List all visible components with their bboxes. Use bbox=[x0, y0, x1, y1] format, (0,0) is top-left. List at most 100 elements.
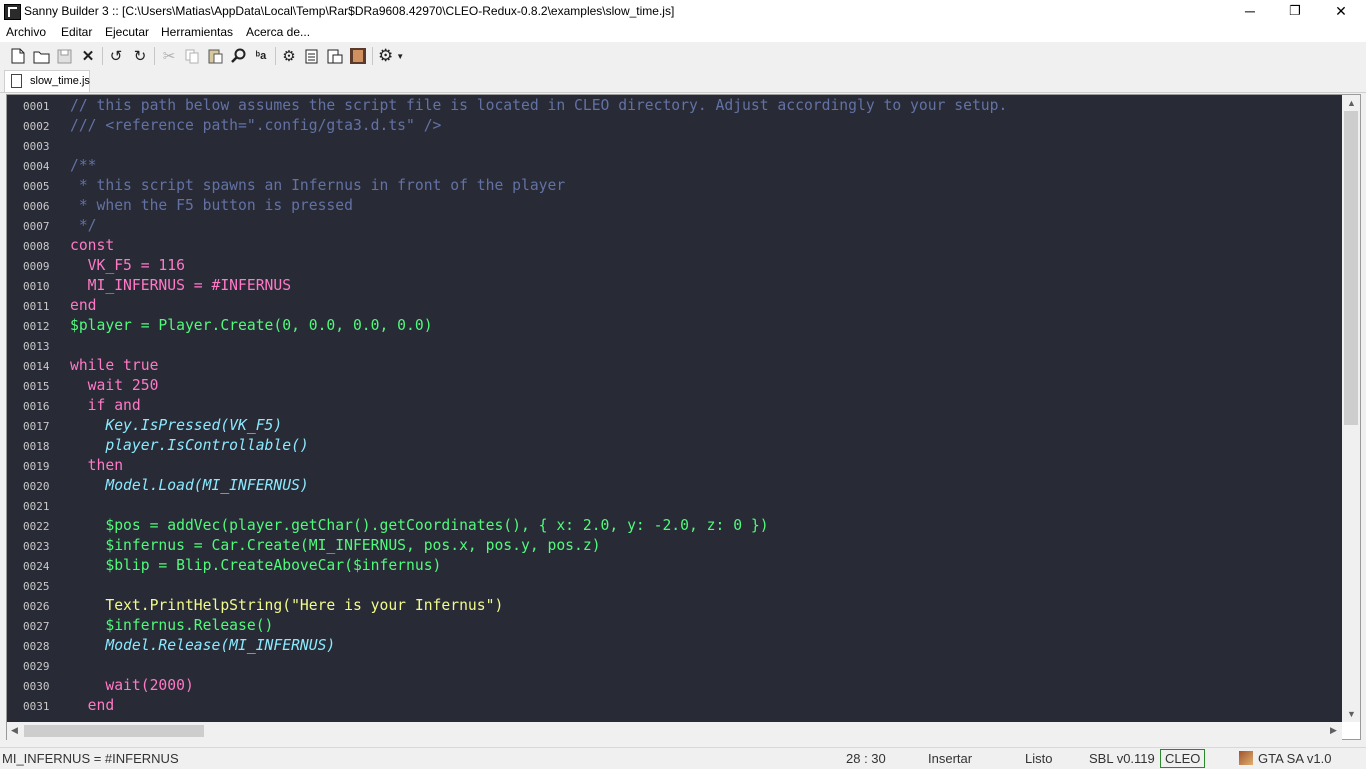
save-icon[interactable] bbox=[55, 47, 73, 65]
replace-icon[interactable]: ᵇa bbox=[252, 47, 270, 65]
options-gear-icon[interactable]: ⚙ ▼ bbox=[378, 46, 406, 65]
line-number: 0003 bbox=[23, 140, 50, 153]
minimize-button[interactable]: ─ bbox=[1227, 0, 1273, 22]
code-line: 0010 MI_INFERNUS = #INFERNUS bbox=[7, 275, 1342, 295]
line-code: // this path below assumes the script fi… bbox=[70, 97, 1008, 114]
line-code: then bbox=[70, 457, 124, 474]
line-code: Text.PrintHelpString("Here is your Infer… bbox=[70, 597, 504, 614]
line-number: 0018 bbox=[23, 440, 50, 453]
redo-icon[interactable]: ↻ bbox=[131, 47, 149, 65]
vertical-scroll-thumb[interactable] bbox=[1344, 111, 1358, 425]
toolbar-separator bbox=[154, 47, 155, 65]
paste-icon[interactable] bbox=[206, 47, 224, 65]
line-number: 0030 bbox=[23, 680, 50, 693]
toolbar-separator bbox=[102, 47, 103, 65]
toolbar-separator bbox=[275, 47, 276, 65]
menu-herramientas[interactable]: Herramientas bbox=[161, 25, 233, 39]
code-line: 0026 Text.PrintHelpString("Here is your … bbox=[7, 595, 1342, 615]
code-line: 0001 // this path below assumes the scrip… bbox=[7, 95, 1342, 115]
cursor-position: 28 : 30 bbox=[846, 751, 886, 766]
find-icon[interactable] bbox=[229, 47, 247, 65]
status-bar: MI_INFERNUS = #INFERNUS 28 : 30 Insertar… bbox=[0, 747, 1366, 769]
line-code: end bbox=[70, 697, 115, 714]
line-code: * this script spawns an Infernus in fron… bbox=[70, 177, 566, 194]
line-number: 0028 bbox=[23, 640, 50, 653]
sbl-version: SBL v0.119 bbox=[1089, 751, 1155, 766]
sanny-builder-app-icon bbox=[4, 4, 21, 20]
close-window-button[interactable]: ✕ bbox=[1318, 0, 1364, 22]
scroll-up-arrow-icon[interactable]: ▲ bbox=[1347, 98, 1356, 108]
line-number: 0005 bbox=[23, 180, 50, 193]
line-code: player.IsControllable() bbox=[70, 437, 309, 454]
insert-mode: Insertar bbox=[928, 751, 973, 766]
code-line: 0012 $player = Player.Create(0, 0.0, 0.0,… bbox=[7, 315, 1342, 335]
compile-settings-icon[interactable] bbox=[302, 47, 320, 65]
code-line: 0014 while true bbox=[7, 355, 1342, 375]
code-line: 0030 wait(2000) bbox=[7, 675, 1342, 695]
decompile-icon[interactable] bbox=[326, 47, 344, 65]
code-line: 0018 player.IsControllable() bbox=[7, 435, 1342, 455]
menu-bar: Archivo Editar Ejecutar Herramientas Ace… bbox=[0, 22, 1366, 42]
code-line: 0017 Key.IsPressed(VK_F5) bbox=[7, 415, 1342, 435]
line-number: 0025 bbox=[23, 580, 50, 593]
code-line: 0024 $blip = Blip.CreateAboveCar($infern… bbox=[7, 555, 1342, 575]
line-number: 0007 bbox=[23, 220, 50, 233]
game-version[interactable]: GTA SA v1.0 bbox=[1258, 751, 1331, 766]
code-line: 0005 * this script spawns an Infernus in… bbox=[7, 175, 1342, 195]
menu-editar[interactable]: Editar bbox=[61, 25, 92, 39]
horizontal-scrollbar[interactable]: ◀ ▶ bbox=[7, 722, 1342, 740]
scroll-left-arrow-icon[interactable]: ◀ bbox=[11, 725, 18, 736]
undo-icon[interactable]: ↺ bbox=[107, 47, 125, 65]
code-line: 0025 bbox=[7, 575, 1342, 595]
line-number: 0011 bbox=[23, 300, 50, 313]
run-game-icon[interactable] bbox=[349, 47, 367, 65]
line-number: 0010 bbox=[23, 280, 50, 293]
menu-ejecutar[interactable]: Ejecutar bbox=[105, 25, 149, 39]
menu-acerca-de[interactable]: Acerca de... bbox=[246, 25, 310, 39]
restore-button[interactable]: ❐ bbox=[1272, 0, 1318, 22]
line-number: 0016 bbox=[23, 400, 50, 413]
code-line: 0023 $infernus = Car.Create(MI_INFERNUS,… bbox=[7, 535, 1342, 555]
edit-mode-badge[interactable]: CLEO bbox=[1160, 749, 1206, 768]
line-code: Key.IsPressed(VK_F5) bbox=[70, 417, 283, 434]
code-editor[interactable]: 0001 // this path below assumes the scrip… bbox=[7, 95, 1342, 722]
line-code: $infernus.Release() bbox=[70, 617, 274, 634]
toolbar: ✕ ↺ ↻ ✂ ᵇa ⚙ ⚙ ▼ bbox=[0, 42, 1366, 70]
line-number: 0017 bbox=[23, 420, 50, 433]
code-line: 0013 bbox=[7, 335, 1342, 355]
line-number: 0022 bbox=[23, 520, 50, 533]
line-code: end bbox=[70, 297, 97, 314]
line-number: 0029 bbox=[23, 660, 50, 673]
code-line: 0006 * when the F5 button is pressed bbox=[7, 195, 1342, 215]
ready-status: Listo bbox=[1025, 751, 1053, 766]
new-file-icon[interactable] bbox=[9, 47, 27, 65]
gta-sa-icon bbox=[1239, 751, 1253, 765]
line-number: 0031 bbox=[23, 700, 50, 713]
copy-icon[interactable] bbox=[183, 47, 201, 65]
line-code: * when the F5 button is pressed bbox=[70, 197, 353, 214]
vertical-scrollbar[interactable]: ▲ ▼ bbox=[1342, 95, 1360, 722]
compile-icon[interactable]: ⚙ bbox=[280, 47, 298, 65]
code-line: 0007 */ bbox=[7, 215, 1342, 235]
tab-slow-time-js[interactable]: slow_time.js bbox=[4, 70, 90, 92]
code-line: 0008 const bbox=[7, 235, 1342, 255]
cut-icon[interactable]: ✂ bbox=[160, 47, 178, 65]
line-number: 0015 bbox=[23, 380, 50, 393]
file-icon bbox=[11, 74, 22, 88]
code-line: 0019 then bbox=[7, 455, 1342, 475]
scroll-right-arrow-icon[interactable]: ▶ bbox=[1330, 725, 1337, 736]
code-line: 0031 end bbox=[7, 695, 1342, 715]
scroll-down-arrow-icon[interactable]: ▼ bbox=[1347, 709, 1356, 719]
code-line: 0027 $infernus.Release() bbox=[7, 615, 1342, 635]
line-number: 0021 bbox=[23, 500, 50, 513]
horizontal-scroll-thumb[interactable] bbox=[24, 725, 204, 737]
menu-archivo[interactable]: Archivo bbox=[6, 25, 46, 39]
open-folder-icon[interactable] bbox=[32, 47, 50, 65]
code-line: 0015 wait 250 bbox=[7, 375, 1342, 395]
line-number: 0002 bbox=[23, 120, 50, 133]
line-number: 0012 bbox=[23, 320, 50, 333]
line-code: MI_INFERNUS = #INFERNUS bbox=[70, 277, 292, 294]
line-code: const bbox=[70, 237, 115, 254]
close-file-icon[interactable]: ✕ bbox=[79, 47, 97, 65]
line-number: 0020 bbox=[23, 480, 50, 493]
